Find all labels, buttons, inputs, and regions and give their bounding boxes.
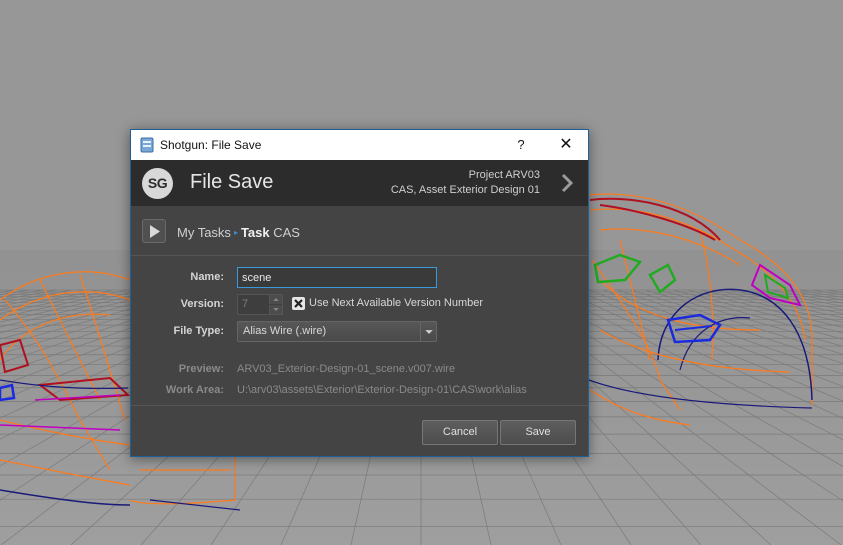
version-value: 7 [242, 298, 249, 310]
shotgun-app-icon [140, 137, 154, 153]
cancel-button[interactable]: Cancel [422, 420, 498, 445]
file-type-select[interactable]: Alias Wire (.wire) [237, 321, 437, 342]
use-next-version-label[interactable]: Use Next Available Version Number [309, 297, 483, 309]
breadcrumb-separator: ▸ [233, 228, 238, 237]
preview-value: ARV03_Exterior-Design-01_scene.v007.wire [237, 363, 456, 375]
window-titlebar[interactable]: Shotgun: File Save ? ✕ [131, 130, 588, 160]
navigate-button[interactable] [142, 219, 166, 243]
save-button[interactable]: Save [500, 420, 576, 445]
version-spinbox[interactable]: 7 [237, 294, 283, 315]
chevron-right-icon[interactable] [559, 172, 575, 194]
close-button[interactable]: ✕ [551, 134, 581, 156]
context-project: Project ARV03 [468, 169, 540, 181]
shotgun-logo: SG [142, 168, 173, 199]
spin-up-icon[interactable] [269, 295, 282, 304]
file-type-value: Alias Wire (.wire) [243, 325, 327, 337]
dialog-header: SG File Save Project ARV03 CAS, Asset Ex… [131, 160, 588, 206]
breadcrumb-root[interactable]: My Tasks [177, 225, 231, 240]
help-button[interactable]: ? [506, 135, 536, 155]
spin-down-icon[interactable] [269, 305, 282, 314]
file-type-label: File Type: [173, 325, 224, 337]
breadcrumb: My Tasks ▸ Task CAS [177, 225, 300, 240]
version-label: Version: [180, 298, 224, 310]
breadcrumb-task-prefix: Task [240, 225, 270, 240]
preview-label: Preview: [178, 363, 224, 375]
dialog-title: File Save [190, 171, 274, 193]
breadcrumb-task-name: CAS [273, 225, 300, 240]
file-save-dialog: Shotgun: File Save ? ✕ SG File Save Proj… [130, 129, 589, 457]
context-entity: CAS, Asset Exterior Design 01 [390, 184, 540, 196]
use-next-version-checkbox[interactable] [292, 297, 305, 310]
name-label: Name: [190, 271, 224, 283]
chevron-down-icon [420, 322, 433, 341]
work-area-value: U:\arv03\assets\Exterior\Exterior-Design… [237, 384, 527, 396]
navigation-row: My Tasks ▸ Task CAS [131, 212, 588, 252]
checkmark-x-icon [294, 299, 303, 308]
work-area-label: Work Area: [165, 384, 224, 396]
divider [131, 405, 588, 406]
play-icon [150, 225, 160, 238]
divider [131, 255, 588, 256]
name-input[interactable] [237, 267, 437, 288]
window-title: Shotgun: File Save [160, 138, 262, 152]
